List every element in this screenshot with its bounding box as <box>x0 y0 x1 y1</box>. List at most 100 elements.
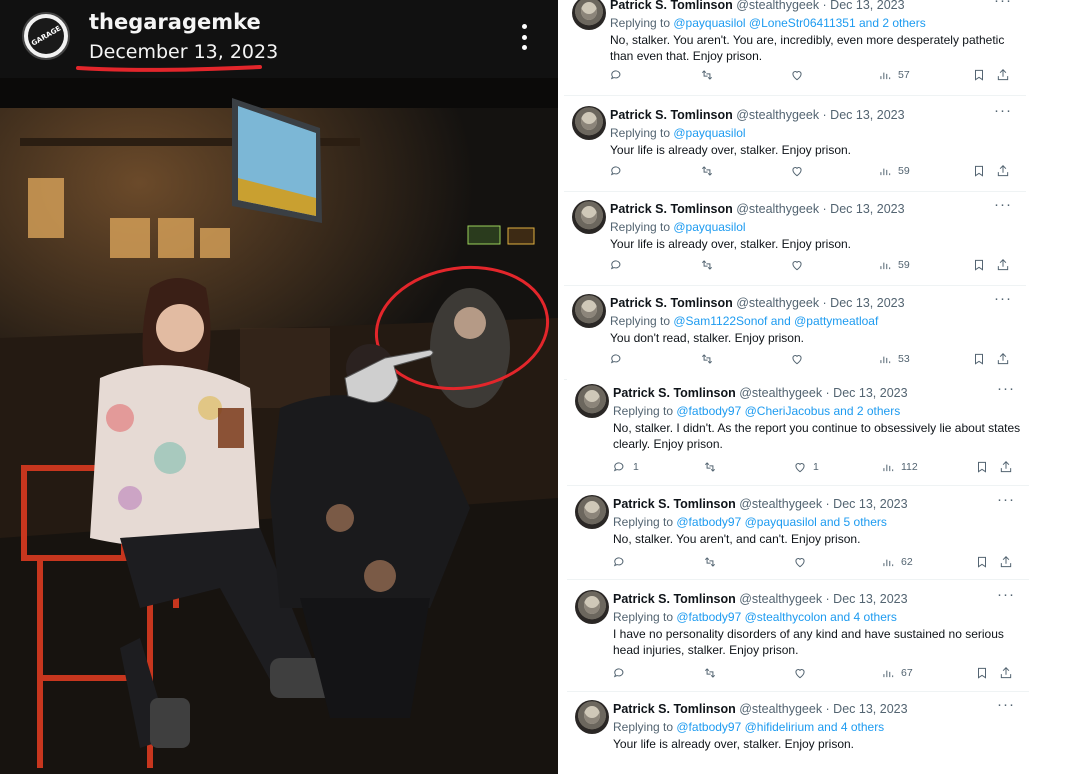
mention-link[interactable]: @Sam1122Sonof and @pattymeatloaf <box>673 314 878 328</box>
more-options-icon[interactable]: ··· <box>994 0 1012 9</box>
tweet[interactable]: Patrick S. Tomlinson @stealthygeek · Dec… <box>564 286 1026 380</box>
share-button[interactable] <box>996 66 1010 84</box>
retweet-button[interactable] <box>700 66 720 84</box>
heart-icon <box>795 558 805 568</box>
tweet[interactable]: Patrick S. Tomlinson @stealthygeek · Dec… <box>567 582 1029 692</box>
bookmark-button[interactable] <box>972 350 986 368</box>
username[interactable]: thegaragemke <box>89 10 261 34</box>
tweet[interactable]: Patrick S. Tomlinson @stealthygeek · Dec… <box>567 692 1029 774</box>
views-button[interactable]: 57 <box>878 66 910 84</box>
retweet-button[interactable] <box>703 458 723 476</box>
reply-button[interactable]: 1 <box>613 458 639 476</box>
views-button[interactable]: 67 <box>881 664 913 682</box>
replying-prefix: Replying to <box>610 126 674 140</box>
views-button[interactable]: 62 <box>881 553 913 571</box>
like-button[interactable] <box>793 553 813 571</box>
post-date: December 13, 2023 <box>89 41 279 63</box>
mention-link[interactable]: @fatbody97 @payquasilol and 5 others <box>676 515 887 529</box>
reply-button[interactable] <box>610 350 630 368</box>
reply-button[interactable] <box>610 66 630 84</box>
author-handle-date: @stealthygeek · Dec 13, 2023 <box>736 296 905 310</box>
profile-avatar[interactable]: GARAGE <box>22 12 70 60</box>
share-button[interactable] <box>996 162 1010 180</box>
views-button[interactable]: 59 <box>878 162 910 180</box>
retweet-icon <box>701 260 713 270</box>
share-button[interactable] <box>999 664 1013 682</box>
like-button[interactable] <box>790 350 810 368</box>
bookmark-button[interactable] <box>972 256 986 274</box>
author-name[interactable]: Patrick S. Tomlinson <box>610 296 733 310</box>
views-button[interactable]: 53 <box>878 350 910 368</box>
bookmark-button[interactable] <box>975 553 989 571</box>
tweet[interactable]: Patrick S. Tomlinson @stealthygeek · Dec… <box>564 192 1026 286</box>
reply-button[interactable] <box>613 553 633 571</box>
retweet-button[interactable] <box>703 664 723 682</box>
reply-button[interactable] <box>613 664 633 682</box>
mention-link[interactable]: @payquasilol <box>673 126 745 140</box>
mention-link[interactable]: @payquasilol @LoneStr06411351 and 2 othe… <box>673 16 925 30</box>
mention-link[interactable]: @fatbody97 @CheriJacobus and 2 others <box>676 404 900 418</box>
mention-link[interactable]: @payquasilol <box>673 220 745 234</box>
bookmark-button[interactable] <box>975 458 989 476</box>
like-button[interactable]: 1 <box>793 458 819 476</box>
tweet[interactable]: Patrick S. Tomlinson @stealthygeek · Dec… <box>567 487 1029 580</box>
more-options-icon[interactable]: ··· <box>997 380 1015 397</box>
share-button[interactable] <box>999 553 1013 571</box>
retweet-button[interactable] <box>700 256 720 274</box>
replying-prefix: Replying to <box>610 16 674 30</box>
bookmark-button[interactable] <box>975 664 989 682</box>
more-options-icon[interactable]: ··· <box>997 491 1015 508</box>
author-name[interactable]: Patrick S. Tomlinson <box>613 702 736 716</box>
views-button[interactable]: 112 <box>881 458 918 476</box>
tweet-avatar[interactable] <box>572 106 606 140</box>
tweet-header: Patrick S. Tomlinson @stealthygeek · Dec… <box>613 702 908 716</box>
bookmark-icon <box>978 461 986 473</box>
tweet-avatar[interactable] <box>575 384 609 418</box>
share-button[interactable] <box>996 350 1010 368</box>
tweet-header: Patrick S. Tomlinson @stealthygeek · Dec… <box>613 386 908 400</box>
retweet-button[interactable] <box>700 350 720 368</box>
share-button[interactable] <box>999 458 1013 476</box>
tweet-avatar[interactable] <box>575 700 609 734</box>
author-name[interactable]: Patrick S. Tomlinson <box>610 0 733 12</box>
like-button[interactable] <box>790 162 810 180</box>
tweet-avatar[interactable] <box>575 590 609 624</box>
tweet[interactable]: Patrick S. Tomlinson @stealthygeek · Dec… <box>564 0 1026 96</box>
tweet-avatar[interactable] <box>572 294 606 328</box>
more-options-icon[interactable]: ··· <box>994 290 1012 307</box>
more-options-icon[interactable]: ··· <box>994 102 1012 119</box>
views-button[interactable]: 59 <box>878 256 910 274</box>
reply-icon <box>610 166 621 176</box>
author-handle-date: @stealthygeek · Dec 13, 2023 <box>736 108 905 122</box>
author-name[interactable]: Patrick S. Tomlinson <box>610 202 733 216</box>
replying-to: Replying to @fatbody97 @stealthycolon an… <box>613 610 897 624</box>
more-options-icon[interactable]: ··· <box>994 196 1012 213</box>
mention-link[interactable]: @fatbody97 @stealthycolon and 4 others <box>676 610 897 624</box>
tweet-avatar[interactable] <box>572 200 606 234</box>
tweet-avatar[interactable] <box>572 0 606 30</box>
bookmark-button[interactable] <box>972 162 986 180</box>
tweet[interactable]: Patrick S. Tomlinson @stealthygeek · Dec… <box>564 98 1026 192</box>
author-name[interactable]: Patrick S. Tomlinson <box>613 386 736 400</box>
views-icon <box>880 356 891 364</box>
more-options-icon[interactable]: ··· <box>997 586 1015 603</box>
tweet[interactable]: Patrick S. Tomlinson @stealthygeek · Dec… <box>567 376 1029 486</box>
bookmark-button[interactable] <box>972 66 986 84</box>
retweet-button[interactable] <box>703 553 723 571</box>
like-button[interactable] <box>790 66 810 84</box>
share-button[interactable] <box>996 256 1010 274</box>
share-icon <box>997 353 1009 365</box>
like-button[interactable] <box>790 256 810 274</box>
bookmark-icon <box>975 259 983 271</box>
like-button[interactable] <box>793 664 813 682</box>
reply-button[interactable] <box>610 256 630 274</box>
more-options-icon[interactable] <box>512 22 536 52</box>
tweet-avatar[interactable] <box>575 495 609 529</box>
mention-link[interactable]: @fatbody97 @hifidelirium and 4 others <box>676 720 884 734</box>
author-name[interactable]: Patrick S. Tomlinson <box>613 497 736 511</box>
retweet-button[interactable] <box>700 162 720 180</box>
more-options-icon[interactable]: ··· <box>997 696 1015 713</box>
author-name[interactable]: Patrick S. Tomlinson <box>610 108 733 122</box>
author-name[interactable]: Patrick S. Tomlinson <box>613 592 736 606</box>
reply-button[interactable] <box>610 162 630 180</box>
